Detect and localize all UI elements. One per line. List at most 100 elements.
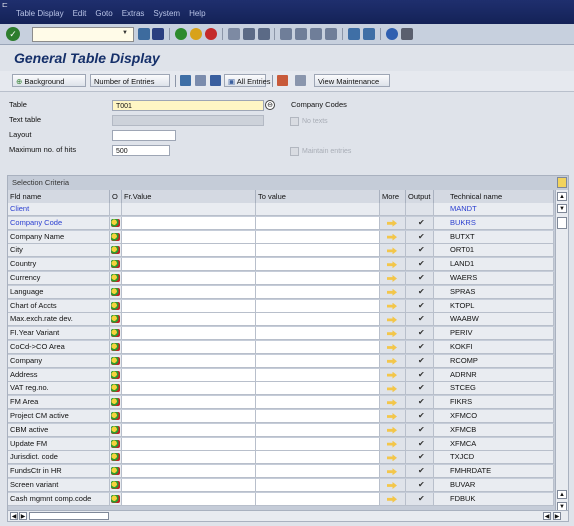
output-checkbox[interactable]	[406, 203, 434, 216]
menu-item-goto[interactable]: Goto	[95, 9, 112, 18]
scroll-up-bottom-icon[interactable]: ▲	[557, 490, 567, 499]
to-value-input[interactable]	[256, 492, 380, 506]
multiple-selection-icon[interactable]	[387, 288, 397, 296]
from-value-input[interactable]	[122, 272, 256, 285]
multiple-selection-icon[interactable]	[387, 426, 397, 434]
to-value-input[interactable]	[256, 244, 380, 258]
multiple-selection-icon[interactable]	[387, 316, 397, 324]
shortcut-icon[interactable]	[363, 28, 375, 40]
multiple-selection-icon[interactable]	[387, 385, 397, 393]
table-input[interactable]: T001	[112, 100, 264, 111]
to-value-input[interactable]	[256, 368, 380, 382]
selection-option-icon[interactable]	[111, 439, 120, 448]
save-icon[interactable]	[152, 28, 164, 40]
to-value-input[interactable]	[256, 437, 380, 451]
selection-option-icon[interactable]	[111, 384, 120, 393]
selection-option-icon[interactable]	[111, 232, 120, 241]
from-value-input[interactable]	[122, 244, 256, 258]
multiple-selection-icon[interactable]	[387, 275, 397, 282]
output-checkbox[interactable]: ✔	[406, 410, 434, 423]
selection-options-icon[interactable]	[277, 75, 288, 86]
output-checkbox[interactable]: ✔	[406, 299, 434, 313]
to-value-input[interactable]	[256, 203, 380, 216]
output-checkbox[interactable]: ✔	[406, 341, 434, 354]
command-field-dropdown-icon[interactable]: ▼	[122, 30, 128, 36]
menu-item-edit[interactable]: Edit	[73, 9, 87, 18]
selection-option-icon[interactable]	[111, 301, 120, 310]
variant-icon[interactable]	[210, 75, 221, 86]
scroll-up-icon[interactable]: ▲	[557, 192, 567, 201]
from-value-input[interactable]	[122, 327, 256, 341]
previous-page-icon[interactable]	[295, 28, 307, 40]
layout-input[interactable]	[112, 130, 176, 141]
selection-option-icon[interactable]	[111, 274, 120, 282]
output-checkbox[interactable]: ✔	[406, 423, 434, 437]
output-checkbox[interactable]: ✔	[406, 479, 434, 492]
from-value-input[interactable]	[122, 368, 256, 382]
from-value-input[interactable]	[122, 313, 256, 327]
background-button[interactable]: ⊕ Background	[12, 74, 86, 87]
to-value-input[interactable]	[256, 396, 380, 410]
from-value-input[interactable]	[122, 437, 256, 451]
from-value-input[interactable]	[122, 285, 256, 299]
from-value-input[interactable]	[122, 230, 256, 244]
enter-icon[interactable]: ✓	[6, 27, 20, 41]
all-entries-button[interactable]: ▣ All Entries	[224, 74, 271, 87]
selection-option-icon[interactable]	[111, 343, 120, 351]
new-session-icon[interactable]	[348, 28, 360, 40]
document-icon[interactable]	[195, 75, 206, 86]
multiple-selection-icon[interactable]	[387, 495, 397, 503]
from-value-input[interactable]	[122, 396, 256, 410]
scroll-right-small-icon[interactable]: ▶	[19, 512, 27, 520]
from-value-input[interactable]	[122, 299, 256, 313]
to-value-input[interactable]	[256, 258, 380, 272]
from-value-input[interactable]	[122, 492, 256, 506]
multiple-selection-icon[interactable]	[387, 302, 397, 310]
table-contents-icon[interactable]	[180, 75, 191, 86]
scroll-down-page-icon[interactable]: ▼	[557, 204, 567, 213]
selection-option-icon[interactable]	[111, 467, 120, 476]
to-value-input[interactable]	[256, 285, 380, 299]
find-next-icon[interactable]	[258, 28, 270, 40]
output-checkbox[interactable]: ✔	[406, 382, 434, 396]
find-icon[interactable]	[243, 28, 255, 40]
last-page-icon[interactable]	[325, 28, 337, 40]
output-checkbox[interactable]: ✔	[406, 272, 434, 285]
to-value-input[interactable]	[256, 341, 380, 354]
scroll-left-icon[interactable]: ◀	[10, 512, 18, 520]
output-checkbox[interactable]: ✔	[406, 437, 434, 451]
to-value-input[interactable]	[256, 299, 380, 313]
output-checkbox[interactable]: ✔	[406, 230, 434, 244]
selection-option-icon[interactable]	[111, 329, 120, 338]
multiple-selection-icon[interactable]	[387, 330, 397, 338]
column-settings-icon[interactable]	[557, 177, 567, 188]
output-checkbox[interactable]: ✔	[406, 465, 434, 479]
to-value-input[interactable]	[256, 451, 380, 465]
back-icon[interactable]	[175, 28, 187, 40]
output-checkbox[interactable]: ✔	[406, 368, 434, 382]
to-value-input[interactable]	[256, 410, 380, 423]
output-checkbox[interactable]: ✔	[406, 327, 434, 341]
max-hits-input[interactable]: 500	[112, 145, 170, 156]
output-checkbox[interactable]: ✔	[406, 451, 434, 465]
to-value-input[interactable]	[256, 423, 380, 437]
selection-option-icon[interactable]	[111, 246, 120, 255]
from-value-input[interactable]	[122, 203, 256, 216]
output-checkbox[interactable]: ✔	[406, 396, 434, 410]
selection-option-icon[interactable]	[111, 356, 120, 365]
to-value-input[interactable]	[256, 479, 380, 492]
layout-menu-icon[interactable]	[401, 28, 413, 40]
back-nav-icon[interactable]	[138, 28, 150, 40]
from-value-input[interactable]	[122, 451, 256, 465]
multiple-selection-icon[interactable]	[387, 261, 397, 269]
selection-option-icon[interactable]	[111, 398, 120, 407]
next-page-icon[interactable]	[310, 28, 322, 40]
from-value-input[interactable]	[122, 479, 256, 492]
scroll-thumb[interactable]	[557, 217, 567, 229]
from-value-input[interactable]	[122, 382, 256, 396]
view-maintenance-button[interactable]: View Maintenance	[314, 74, 390, 87]
multiple-selection-icon[interactable]	[387, 357, 397, 365]
multiple-selection-icon[interactable]	[387, 440, 397, 448]
output-checkbox[interactable]: ✔	[406, 216, 434, 230]
to-value-input[interactable]	[256, 313, 380, 327]
